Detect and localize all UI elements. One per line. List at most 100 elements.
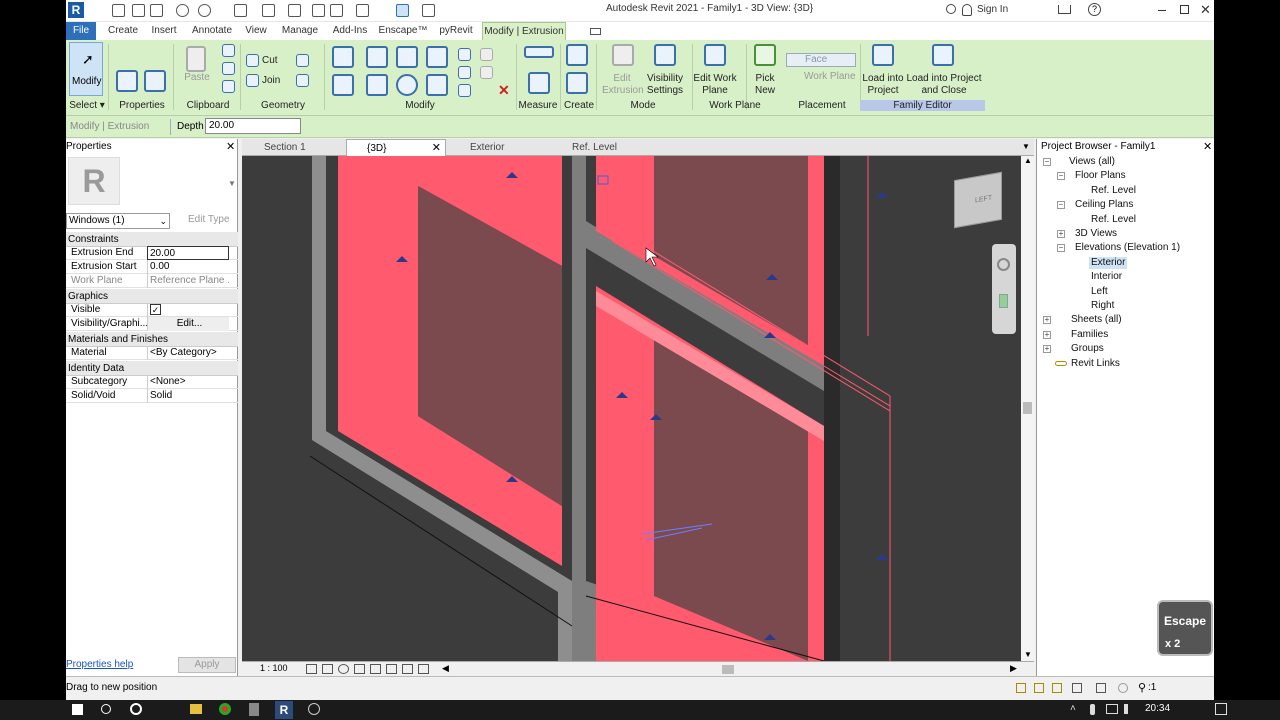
edit-work-plane-button[interactable]: Edit Work Plane bbox=[690, 73, 740, 97]
print-icon[interactable] bbox=[234, 4, 247, 17]
navigation-bar[interactable] bbox=[992, 244, 1016, 334]
type-selector[interactable]: Windows (1) ⌄ bbox=[66, 213, 170, 229]
prop-subcategory[interactable]: Subcategory <None> bbox=[66, 375, 238, 389]
expand-icon[interactable]: + bbox=[1043, 345, 1051, 353]
offset-icon[interactable] bbox=[366, 46, 388, 68]
visible-checkbox-cell[interactable]: ✓ bbox=[147, 303, 229, 317]
scroll-left-arrow-icon[interactable]: ◀ bbox=[442, 663, 449, 674]
group-identity[interactable]: Identity Data bbox=[66, 361, 238, 376]
panel-select[interactable]: Select ▾ bbox=[68, 100, 106, 111]
sync-icon[interactable] bbox=[150, 4, 163, 17]
redo-icon[interactable] bbox=[198, 4, 211, 17]
load-into-project-button[interactable]: Load into Project bbox=[862, 73, 904, 97]
create-similar-icon[interactable] bbox=[566, 44, 588, 66]
prop-value[interactable]: <None> bbox=[147, 375, 229, 389]
tree-sheets[interactable]: Sheets (all) bbox=[1071, 314, 1122, 326]
tab-manage[interactable]: Manage bbox=[278, 22, 322, 40]
join-icon[interactable] bbox=[246, 74, 259, 87]
minimize-icon[interactable] bbox=[1158, 10, 1166, 11]
group-materials[interactable]: Materials and Finishes bbox=[66, 332, 238, 347]
tree-floor-plan-ref-level[interactable]: Ref. Level bbox=[1091, 185, 1136, 197]
group-graphics[interactable]: Graphics bbox=[66, 289, 238, 304]
undo-icon[interactable] bbox=[176, 4, 189, 17]
visibility-graphics-edit-button[interactable]: Edit... bbox=[147, 317, 229, 331]
prop-extrusion-start[interactable]: Extrusion Start 0.00 bbox=[66, 260, 238, 274]
tab-section-1[interactable]: Section 1 bbox=[244, 139, 340, 156]
cut-button[interactable]: Cut bbox=[262, 55, 278, 67]
copy-icon[interactable] bbox=[222, 62, 235, 75]
load-into-project-close-icon[interactable] bbox=[932, 44, 954, 66]
visibility-settings-icon[interactable] bbox=[654, 44, 676, 66]
mirror-axis-icon[interactable] bbox=[396, 46, 418, 68]
match-icon[interactable] bbox=[222, 80, 235, 93]
tree-groups[interactable]: Groups bbox=[1071, 343, 1104, 355]
drag-elements-icon[interactable] bbox=[1096, 683, 1106, 693]
browser-close-icon[interactable]: ✕ bbox=[1203, 140, 1212, 153]
tree-floor-plans[interactable]: Floor Plans bbox=[1075, 170, 1126, 182]
default-3d-icon[interactable] bbox=[356, 4, 369, 17]
search-taskbar-icon[interactable] bbox=[101, 704, 111, 714]
network-icon[interactable] bbox=[1106, 704, 1118, 714]
geometry-icon[interactable] bbox=[296, 54, 309, 67]
visible-checkbox[interactable]: ✓ bbox=[150, 304, 161, 315]
pick-new-icon[interactable] bbox=[754, 44, 776, 66]
tree-ceiling-plans[interactable]: Ceiling Plans bbox=[1075, 199, 1133, 211]
tabs-menu-icon[interactable]: ▼ bbox=[1022, 142, 1030, 151]
properties-close-icon[interactable]: ✕ bbox=[226, 140, 235, 153]
cut-icon[interactable] bbox=[222, 44, 235, 57]
open-icon[interactable] bbox=[112, 4, 125, 17]
tree-3d-views[interactable]: 3D Views bbox=[1075, 228, 1117, 240]
tab-view[interactable]: View bbox=[242, 22, 270, 40]
prop-value[interactable]: 0.00 bbox=[147, 260, 229, 274]
tab-create[interactable]: Create bbox=[104, 22, 142, 40]
expand-icon[interactable]: + bbox=[1043, 316, 1051, 324]
delete-icon[interactable]: ✕ bbox=[498, 82, 510, 99]
trim-icon[interactable] bbox=[426, 74, 448, 96]
tab-insert[interactable]: Insert bbox=[148, 22, 180, 40]
visibility-settings-button[interactable]: Visibility Settings bbox=[644, 73, 686, 97]
rotate-icon[interactable] bbox=[396, 74, 418, 96]
cope-icon[interactable] bbox=[246, 54, 259, 67]
shadows-icon[interactable] bbox=[354, 664, 365, 674]
scroll-up-arrow-icon[interactable]: ▲ bbox=[1024, 156, 1032, 165]
tree-elevation-right[interactable]: Right bbox=[1091, 300, 1114, 312]
help-icon[interactable]: ? bbox=[1088, 3, 1101, 16]
cart-icon[interactable] bbox=[1058, 5, 1071, 14]
switch-windows-icon[interactable] bbox=[396, 4, 409, 17]
copy-element-icon[interactable] bbox=[366, 74, 388, 96]
reveal-hidden-icon[interactable] bbox=[418, 664, 429, 674]
file-explorer-icon[interactable] bbox=[190, 704, 202, 714]
prop-extrusion-end[interactable]: Extrusion End 20.00 bbox=[66, 246, 238, 260]
tree-elevation-interior[interactable]: Interior bbox=[1091, 271, 1122, 283]
properties-icon[interactable] bbox=[144, 70, 166, 92]
view-cube[interactable]: LEFT bbox=[954, 171, 1002, 229]
properties-help-link[interactable]: Properties help bbox=[66, 659, 133, 670]
paint-icon[interactable] bbox=[296, 74, 309, 87]
app-taskbar-icon[interactable] bbox=[308, 703, 320, 715]
split-icon[interactable] bbox=[458, 48, 471, 61]
view-scale[interactable]: 1 : 100 bbox=[260, 663, 288, 673]
horizontal-scroll-thumb[interactable] bbox=[722, 665, 734, 674]
tab-modify-extrusion[interactable]: Modify | Extrusion bbox=[482, 22, 566, 40]
create-group-icon[interactable] bbox=[566, 72, 588, 94]
scroll-thumb[interactable] bbox=[1023, 402, 1032, 414]
prop-solid-void[interactable]: Solid/Void Solid bbox=[66, 389, 238, 403]
measure-icon[interactable] bbox=[262, 4, 275, 17]
tree-families[interactable]: Families bbox=[1071, 329, 1108, 341]
chrome-icon[interactable] bbox=[219, 703, 231, 715]
select-links-icon[interactable] bbox=[1016, 683, 1026, 693]
scale-icon[interactable] bbox=[458, 84, 471, 97]
prop-material[interactable]: Material <By Category> bbox=[66, 346, 238, 360]
dimension-tool-icon[interactable] bbox=[528, 72, 550, 94]
tab-exterior[interactable]: Exterior bbox=[450, 139, 550, 156]
collapse-icon[interactable]: − bbox=[1057, 244, 1065, 252]
tree-revit-links[interactable]: Revit Links bbox=[1071, 358, 1120, 370]
visual-style-icon[interactable] bbox=[322, 664, 333, 674]
align-icon[interactable] bbox=[332, 46, 354, 68]
load-into-project-close-button[interactable]: Load into Project and Close bbox=[906, 73, 982, 97]
tree-views-all[interactable]: Views (all) bbox=[1069, 156, 1115, 168]
steering-wheel-icon[interactable] bbox=[997, 258, 1010, 271]
move-icon[interactable] bbox=[332, 74, 354, 96]
tab-ref-level[interactable]: Ref. Level bbox=[552, 139, 652, 156]
tab-close-icon[interactable]: ✕ bbox=[432, 140, 441, 157]
